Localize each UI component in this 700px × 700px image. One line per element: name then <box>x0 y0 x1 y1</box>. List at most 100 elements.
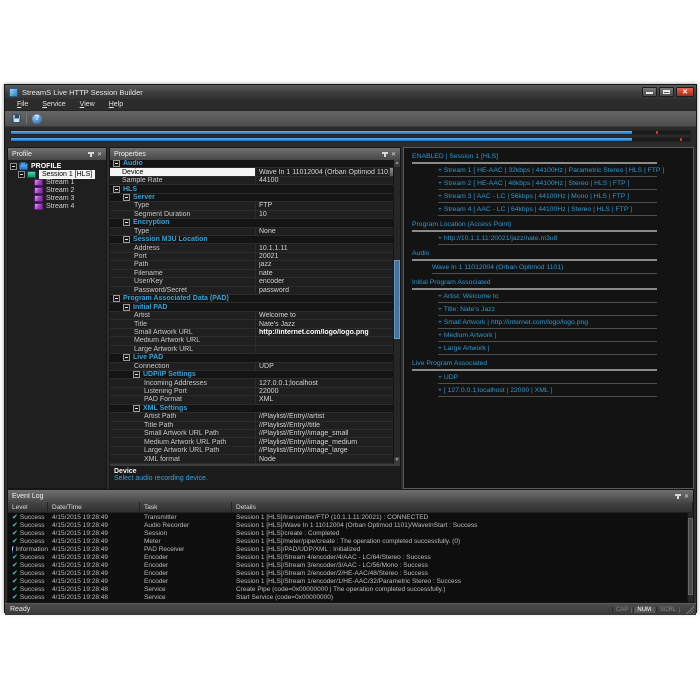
close-icon[interactable]: ✕ <box>95 150 104 159</box>
scroll-up-arrow[interactable]: ▲ <box>394 160 400 167</box>
property-category[interactable]: Server <box>110 193 400 203</box>
property-row[interactable]: Type None <box>110 227 400 236</box>
property-row[interactable]: Password/Secret password <box>110 286 400 295</box>
property-value[interactable]: 10 <box>255 210 400 219</box>
property-value[interactable]: XML <box>255 396 400 404</box>
property-row[interactable]: Artist Welcome to <box>110 311 400 321</box>
property-category[interactable]: HLS <box>110 185 400 194</box>
property-row[interactable]: Filename nate <box>110 269 400 279</box>
property-category[interactable]: Initial PAD <box>110 303 400 312</box>
log-row[interactable]: ✔ Success 4/15/2015 19:28:48 Service Start S… <box>8 594 693 602</box>
property-category[interactable]: Live PAD <box>110 354 400 363</box>
property-value[interactable]: 20021 <box>255 252 400 261</box>
log-row[interactable]: ✔ Success 4/15/2015 19:28:49 Transmitter Ses… <box>8 513 693 521</box>
property-value[interactable]: jazz <box>255 261 400 269</box>
property-category[interactable]: UDP/IP Settings <box>110 370 400 380</box>
property-row[interactable]: Port 20021 <box>110 252 400 262</box>
tree-item-session[interactable]: Session 1 [HLS] <box>10 169 106 179</box>
pin-icon[interactable] <box>673 492 682 501</box>
property-value[interactable]: encoder <box>255 278 400 286</box>
property-value[interactable]: 44100 <box>255 176 400 185</box>
scrollbar-thumb[interactable] <box>394 260 400 340</box>
property-row[interactable]: Title Path //Playlist//Entry//title <box>110 421 400 430</box>
property-value[interactable]: None <box>255 227 400 235</box>
property-value[interactable]: Welcome to <box>255 311 400 320</box>
property-value[interactable]: password <box>255 286 400 294</box>
property-value[interactable] <box>255 345 400 354</box>
property-category[interactable]: Session M3U Location <box>110 235 400 245</box>
collapse-icon[interactable] <box>10 162 17 170</box>
property-value[interactable]: UDP <box>255 362 400 370</box>
property-value[interactable]: 10.1.1.11 <box>255 244 400 252</box>
property-row[interactable]: Type FTP <box>110 202 400 211</box>
property-row[interactable]: Artist Path //Playlist//Entry//artist <box>110 413 400 422</box>
close-icon[interactable]: ✕ <box>682 492 691 501</box>
collapse-icon[interactable] <box>113 160 120 168</box>
property-value[interactable]: FTP <box>255 202 400 210</box>
close-icon[interactable]: ✕ <box>389 150 398 159</box>
properties-scrollbar[interactable]: ▲ ▼ <box>393 160 400 464</box>
collapse-icon[interactable] <box>113 185 120 193</box>
property-value[interactable]: 22000 <box>255 387 400 396</box>
property-category[interactable]: Encryption <box>110 219 400 228</box>
property-value[interactable]: //Playlist//Entry//image_small <box>255 430 400 438</box>
property-value[interactable]: Nate's Jazz <box>255 320 400 328</box>
property-row[interactable]: Address 10.1.1.11 <box>110 244 400 253</box>
pin-icon[interactable] <box>380 150 389 159</box>
property-value[interactable]: 127.0.0.1;localhost <box>255 379 400 387</box>
log-row[interactable]: ✔ Success 4/15/2015 19:28:49 Audio Recorder… <box>8 521 693 529</box>
resize-grip[interactable] <box>686 605 694 614</box>
close-button[interactable] <box>676 87 694 97</box>
property-row[interactable]: Small Artwork URL Path //Playlist//Entry/… <box>110 430 400 439</box>
pin-icon[interactable] <box>86 150 95 159</box>
scrollbar-thumb[interactable] <box>688 518 693 595</box>
tree-item-stream-4[interactable]: Stream 4 <box>10 202 106 210</box>
property-value[interactable]: Node <box>255 455 400 463</box>
property-value[interactable]: Wave In 1 11012004 (Orban Optimod 1101) <box>255 168 400 176</box>
property-row[interactable]: Sample Rate 44100 <box>110 176 400 186</box>
maximize-button[interactable] <box>659 87 674 97</box>
collapse-icon[interactable] <box>133 371 140 379</box>
scroll-down-arrow[interactable]: ▼ <box>394 457 400 464</box>
menu-item-view[interactable]: View <box>73 101 102 108</box>
log-row[interactable]: ✔ Success 4/15/2015 19:28:48 Service Create … <box>8 586 693 594</box>
property-row[interactable]: Large Artwork URL <box>110 345 400 355</box>
property-row[interactable]: Small Artwork URL http://internet.com/log… <box>110 328 400 338</box>
property-row[interactable]: Connection UDP <box>110 362 400 371</box>
menu-item-service[interactable]: Service <box>35 101 72 108</box>
log-row[interactable]: ✔ Success 4/15/2015 19:28:49 Encoder Session… <box>8 553 693 561</box>
property-row[interactable]: User/Key encoder <box>110 278 400 287</box>
log-row[interactable]: i Information 4/15/2015 19:28:49 PAD Receiv… <box>8 545 693 553</box>
property-row[interactable]: Incoming Addresses 127.0.0.1;localhost <box>110 379 400 388</box>
property-value[interactable]: //Playlist//Entry//image_large <box>255 446 400 455</box>
log-column-header-level[interactable]: Level <box>8 502 48 512</box>
log-row[interactable]: ✔ Success 4/15/2015 19:28:49 Session Session… <box>8 529 693 537</box>
event-log-scrollbar[interactable] <box>687 513 693 603</box>
property-category[interactable]: Program Associated Data (PAD) <box>110 295 400 304</box>
save-button[interactable] <box>9 112 23 125</box>
property-category[interactable]: XML Settings <box>110 404 400 414</box>
tree-item-stream-2[interactable]: Stream 2 <box>10 186 106 194</box>
log-column-header-datetime[interactable]: Date/Time <box>48 502 140 512</box>
tree-item-stream-1[interactable]: Stream 1 <box>10 178 106 186</box>
property-value[interactable]: //Playlist//Entry//title <box>255 421 400 429</box>
collapse-icon[interactable] <box>123 354 130 362</box>
property-row[interactable]: PAD Format XML <box>110 396 400 405</box>
menu-item-file[interactable]: File <box>10 101 35 108</box>
help-button[interactable]: ? <box>30 112 44 125</box>
log-row[interactable]: ✔ Success 4/15/2015 19:28:49 Encoder Session… <box>8 570 693 578</box>
property-row[interactable]: Listening Port 22000 <box>110 387 400 397</box>
menu-item-help[interactable]: Help <box>102 101 130 108</box>
property-row[interactable]: Medium Artwork URL <box>110 337 400 346</box>
property-row[interactable]: Path jazz <box>110 261 400 270</box>
collapse-icon[interactable] <box>18 170 25 178</box>
property-row[interactable]: Device Wave In 1 11012004 (Orban Optimod … <box>110 168 400 177</box>
collapse-icon[interactable] <box>123 303 130 311</box>
property-value[interactable]: //Playlist//Entry//artist <box>255 413 400 421</box>
log-row[interactable]: ✔ Success 4/15/2015 19:28:49 Encoder Session… <box>8 562 693 570</box>
collapse-icon[interactable] <box>113 295 120 303</box>
property-row[interactable]: XML format Node <box>110 455 400 464</box>
collapse-icon[interactable] <box>123 193 130 201</box>
log-column-header-details[interactable]: Details <box>232 502 693 512</box>
property-row[interactable]: Medium Artwork URL Path //Playlist//Entry… <box>110 438 400 447</box>
